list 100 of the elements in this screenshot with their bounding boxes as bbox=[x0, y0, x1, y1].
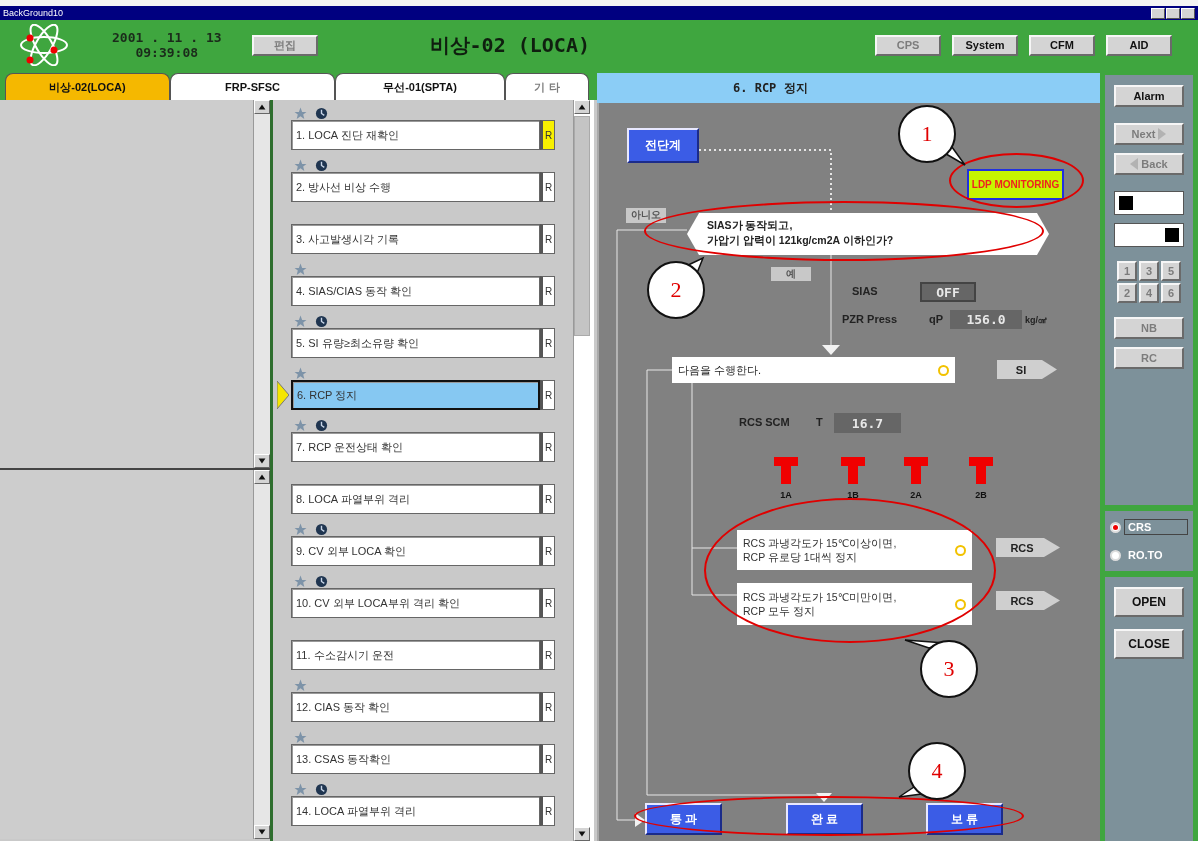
review-button[interactable]: R bbox=[540, 120, 555, 150]
header-button[interactable]: CFM bbox=[1029, 34, 1095, 56]
scroll-down-icon[interactable] bbox=[254, 454, 270, 468]
review-button[interactable]: R bbox=[540, 328, 555, 358]
callout-number: 2 bbox=[647, 261, 705, 319]
window-title: BackGround10 bbox=[3, 8, 64, 18]
callout-number: 1 bbox=[898, 105, 956, 163]
review-button[interactable]: R bbox=[540, 380, 555, 410]
pressure-value: 156.0 bbox=[950, 310, 1022, 329]
review-button[interactable]: R bbox=[540, 432, 555, 462]
sias-value: OFF bbox=[920, 282, 976, 302]
open-button[interactable]: OPEN bbox=[1114, 587, 1184, 617]
step-item[interactable]: 4. SIAS/CIAS 동작 확인 bbox=[291, 276, 540, 306]
color-toggle[interactable] bbox=[1114, 191, 1184, 215]
scroll-down-icon[interactable] bbox=[574, 827, 590, 841]
alarm-button[interactable]: Alarm bbox=[1114, 85, 1184, 107]
scroll-thumb[interactable] bbox=[574, 116, 590, 336]
scm-value: 16.7 bbox=[834, 413, 901, 433]
outcome-button[interactable]: 보 류 bbox=[926, 803, 1003, 835]
swatch-icon bbox=[1119, 196, 1133, 210]
pump-label: 2A bbox=[909, 490, 923, 500]
scroll-up-icon[interactable] bbox=[254, 470, 270, 484]
pointer-icon bbox=[277, 381, 289, 409]
outcome-button[interactable]: 통 과 bbox=[645, 803, 722, 835]
header-button[interactable]: AID bbox=[1106, 34, 1172, 56]
close-button[interactable] bbox=[1181, 7, 1195, 19]
header-button[interactable]: System bbox=[952, 34, 1018, 56]
scroll-down-icon[interactable] bbox=[254, 825, 270, 839]
procedure-title: 비상-02 (LOCA) bbox=[429, 31, 591, 59]
step-item[interactable]: 11. 수소감시기 운전 bbox=[291, 640, 540, 670]
decision-text: 가압기 압력이 121kg/cm2A 이하인가? bbox=[707, 233, 895, 248]
outcome-button[interactable]: 완 료 bbox=[786, 803, 863, 835]
review-button[interactable]: R bbox=[540, 640, 555, 670]
status-ring-icon bbox=[955, 544, 966, 556]
yes-label: 예 bbox=[771, 267, 811, 281]
step-item[interactable]: 2. 방사선 비상 수행 bbox=[291, 172, 540, 202]
date-text: 2001 . 11 . 13 bbox=[112, 30, 222, 45]
maximize-button[interactable] bbox=[1166, 7, 1180, 19]
step-item[interactable]: 7. RCP 운전상태 확인 bbox=[291, 432, 540, 462]
left-arrow-icon bbox=[1130, 158, 1139, 170]
pump-icon bbox=[774, 457, 798, 484]
temperature-symbol: T bbox=[816, 416, 823, 428]
pump-icon bbox=[969, 457, 993, 484]
procedure-tab[interactable]: 비상-02(LOCA) bbox=[5, 73, 170, 100]
callout-number: 3 bbox=[920, 640, 978, 698]
step-item[interactable]: 9. CV 외부 LOCA 확인 bbox=[291, 536, 540, 566]
rcs-button[interactable]: RCS bbox=[996, 538, 1060, 557]
review-button[interactable]: R bbox=[540, 224, 555, 254]
review-button[interactable]: R bbox=[540, 172, 555, 202]
sias-label: SIAS bbox=[852, 285, 878, 297]
scrollbar[interactable] bbox=[253, 470, 270, 839]
atom-logo-icon bbox=[18, 24, 70, 66]
pzr-label: PZR Press bbox=[842, 313, 898, 325]
step-item[interactable]: 1. LOCA 진단 재확인 bbox=[291, 120, 540, 150]
pump-label: 2B bbox=[974, 490, 988, 500]
time-text: 09:39:08 bbox=[135, 45, 199, 60]
no-label: 아니오 bbox=[626, 208, 666, 223]
swatch-icon bbox=[1165, 228, 1179, 242]
step-item[interactable]: 13. CSAS 동작확인 bbox=[291, 744, 540, 774]
previous-step-button[interactable]: 전단계 bbox=[627, 128, 699, 163]
scm-label: RCS SCM bbox=[739, 416, 790, 428]
close-valve-button[interactable]: CLOSE bbox=[1114, 629, 1184, 659]
action-text: 다음을 수행한다. bbox=[678, 362, 762, 378]
monitoring-indicator: LDP MONITORING bbox=[967, 169, 1064, 200]
procedure-tab[interactable]: FRP-SFSC bbox=[170, 73, 335, 100]
pump-label: 1B bbox=[846, 490, 860, 500]
pressure-unit: kg/㎠ bbox=[1025, 314, 1047, 327]
step-item[interactable]: 5. SI 유량≥최소유량 확인 bbox=[291, 328, 540, 358]
scrollbar[interactable] bbox=[573, 100, 590, 841]
procedure-tab[interactable]: 무선-01(SPTA) bbox=[335, 73, 505, 100]
review-button[interactable]: R bbox=[540, 744, 555, 774]
scrollbar[interactable] bbox=[253, 100, 270, 468]
si-button[interactable]: SI bbox=[997, 360, 1057, 379]
step-item[interactable]: 14. LOCA 파열부위 격리 bbox=[291, 796, 540, 826]
review-button[interactable]: R bbox=[540, 536, 555, 566]
decision-text: SIAS가 동작되고, bbox=[707, 218, 794, 233]
scroll-up-icon[interactable] bbox=[254, 100, 270, 114]
review-button[interactable]: R bbox=[540, 484, 555, 514]
step-title: 6. RCP 정지 bbox=[597, 73, 1100, 103]
review-button[interactable]: R bbox=[540, 796, 555, 826]
step-item[interactable]: 6. RCP 정지 bbox=[291, 380, 540, 410]
status-ring-icon bbox=[955, 598, 966, 610]
pump-label: 1A bbox=[779, 490, 793, 500]
pressure-symbol: qP bbox=[929, 313, 944, 325]
condition-text: RCS 과냉각도가 15℃미만이면, RCP 모두 정지 bbox=[743, 590, 897, 618]
step-item[interactable]: 10. CV 외부 LOCA부위 격리 확인 bbox=[291, 588, 540, 618]
rcs-button[interactable]: RCS bbox=[996, 591, 1060, 610]
pump-icon bbox=[904, 457, 928, 484]
pump-icon bbox=[841, 457, 865, 484]
status-ring-icon bbox=[938, 364, 949, 376]
minimize-button[interactable] bbox=[1151, 7, 1165, 19]
review-button[interactable]: R bbox=[540, 692, 555, 722]
color-toggle[interactable] bbox=[1114, 223, 1184, 247]
condition-text: RCS 과냉각도가 15℃이상이면, RCP 유로당 1대씩 정지 bbox=[743, 536, 897, 564]
review-button[interactable]: R bbox=[540, 588, 555, 618]
review-button[interactable]: R bbox=[540, 276, 555, 306]
step-item[interactable]: 12. CIAS 동작 확인 bbox=[291, 692, 540, 722]
scroll-up-icon[interactable] bbox=[574, 100, 590, 114]
step-item[interactable]: 3. 사고발생시각 기록 bbox=[291, 224, 540, 254]
step-item[interactable]: 8. LOCA 파열부위 격리 bbox=[291, 484, 540, 514]
